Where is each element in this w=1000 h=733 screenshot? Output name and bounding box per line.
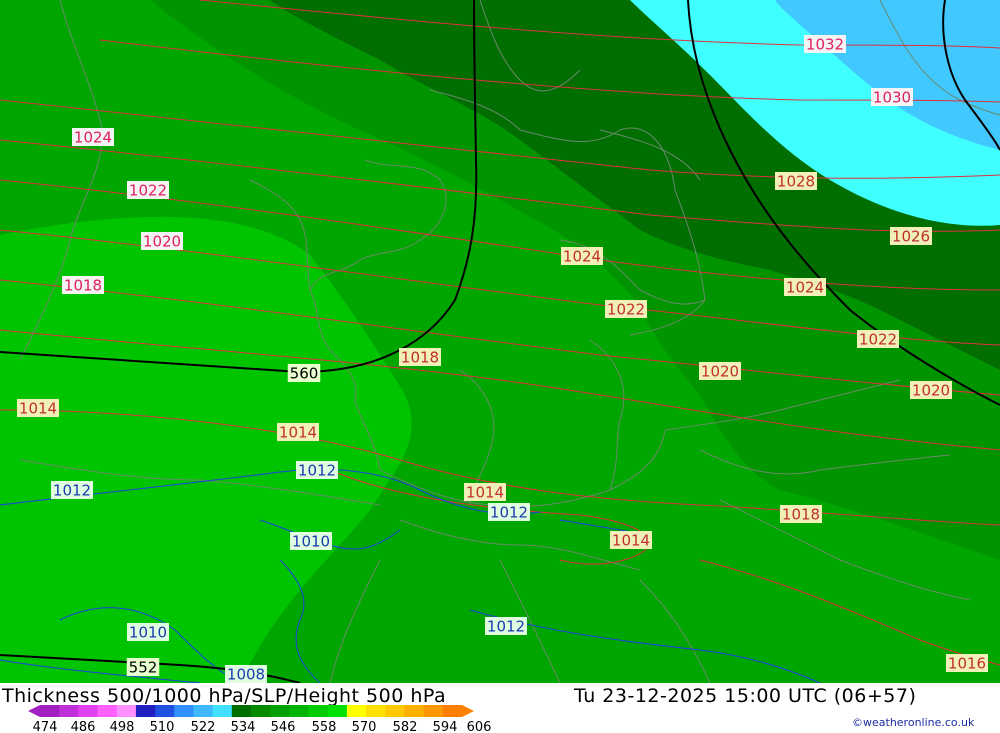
- weather-map: 1032 1030 1028 1026 1024 1024 1024 1022 1022 1022…: [0, 0, 1000, 683]
- legend-tick: 546: [271, 720, 296, 733]
- height-label: 560: [290, 365, 319, 383]
- isobar-label: 1012: [487, 618, 525, 636]
- isobar-label: 1022: [859, 331, 897, 349]
- legend-tick: 486: [71, 720, 96, 733]
- legend-swatch: [327, 705, 348, 717]
- isobar-label: 1010: [129, 624, 167, 642]
- legend-swatch: [251, 705, 271, 717]
- isobar-label: 1024: [563, 248, 601, 266]
- legend-tick: 534: [231, 720, 256, 733]
- legend-tick: 594: [433, 720, 458, 733]
- forecast-datetime: Tu 23-12-2025 15:00 UTC (06+57): [574, 685, 917, 707]
- isobar-label: 1014: [19, 400, 57, 418]
- legend-swatch: [59, 705, 79, 717]
- isobar-label: 1028: [777, 173, 815, 191]
- isobar-label: 1026: [892, 228, 930, 246]
- legend-swatch: [174, 705, 194, 717]
- isobar-label: 1022: [129, 182, 167, 200]
- map-footer: Thickness 500/1000 hPa/SLP/Height 500 hP…: [0, 683, 1000, 733]
- legend-tick: 498: [110, 720, 135, 733]
- legend-arrow-left: [28, 705, 40, 717]
- isobar-label: 1024: [786, 279, 824, 297]
- legend-swatch: [231, 705, 252, 717]
- isobar-label: 1032: [806, 36, 844, 54]
- isobar-label: 1008: [227, 666, 265, 684]
- legend-swatch: [97, 705, 118, 717]
- legend-swatch: [40, 705, 60, 717]
- isobar-label: 1020: [701, 363, 739, 381]
- isobar-label: 1020: [912, 382, 950, 400]
- isobar-label: 1024: [74, 129, 112, 147]
- isobar-label: 1022: [607, 301, 645, 319]
- legend-tick: 510: [150, 720, 175, 733]
- legend-swatch: [404, 705, 425, 717]
- legend-swatch: [308, 705, 329, 717]
- legend-swatch: [116, 705, 137, 717]
- thickness-legend: 474 486 498 510 522 534 546 558 570 582 594 606: [28, 705, 492, 733]
- legend-swatch: [366, 705, 386, 717]
- isobar-label: 1012: [53, 482, 91, 500]
- legend-color-bar: [28, 705, 474, 717]
- credit-link[interactable]: ©weatheronline.co.uk: [852, 716, 974, 729]
- isobar-label: 1012: [298, 462, 336, 480]
- legend-arrow-right: [462, 705, 474, 717]
- legend-swatch: [346, 705, 367, 717]
- isobar-label: 1014: [466, 484, 504, 502]
- legend-swatch: [193, 705, 214, 717]
- map-canvas: 1032 1030 1028 1026 1024 1024 1024 1022 1022 1022…: [0, 0, 1000, 683]
- legend-tick-labels: 474 486 498 510 522 534 546 558 570 582 594 606: [33, 720, 492, 733]
- legend-swatch: [270, 705, 290, 717]
- legend-tick: 522: [191, 720, 216, 733]
- legend-tick: 474: [33, 720, 58, 733]
- isobar-label: 1030: [873, 89, 911, 107]
- legend-tick: 582: [393, 720, 418, 733]
- legend-swatch: [212, 705, 233, 717]
- isobar-label: 1018: [782, 506, 820, 524]
- legend-swatch: [289, 705, 310, 717]
- legend-swatch: [423, 705, 444, 717]
- height-label: 552: [129, 659, 158, 677]
- legend-tick: 606: [467, 720, 492, 733]
- isobar-label: 1012: [490, 504, 528, 522]
- isobar-label: 1018: [401, 349, 439, 367]
- legend-swatch: [385, 705, 405, 717]
- isobar-label: 1010: [292, 533, 330, 551]
- isobar-label: 1016: [948, 655, 986, 673]
- legend-tick: 570: [352, 720, 377, 733]
- legend-tick: 558: [312, 720, 337, 733]
- isobar-label: 1014: [279, 424, 317, 442]
- isobar-label: 1018: [64, 277, 102, 295]
- isobar-label: 1014: [612, 532, 650, 550]
- legend-swatch: [78, 705, 99, 717]
- legend-swatch: [155, 705, 175, 717]
- legend-swatch: [442, 705, 463, 717]
- isobar-label: 1020: [143, 233, 181, 251]
- legend-swatch: [135, 705, 156, 717]
